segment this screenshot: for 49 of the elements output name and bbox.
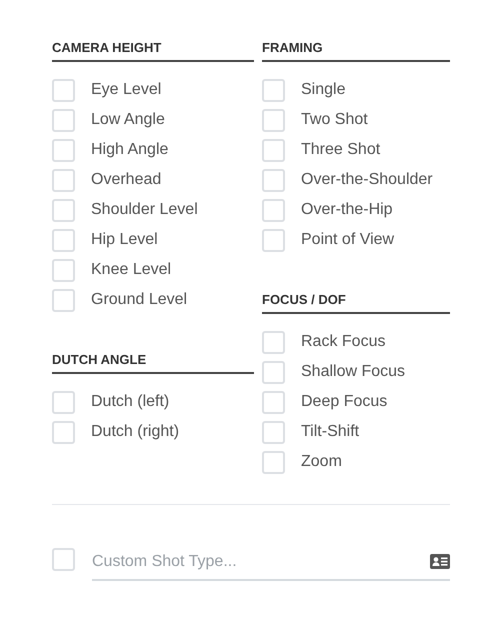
input-field[interactable]: Custom Shot Type... — [92, 550, 430, 574]
checkbox[interactable] — [52, 228, 75, 252]
option-label: Zoom — [301, 452, 342, 472]
option-label: Two Shot — [301, 110, 368, 130]
option-label: Ground Level — [91, 290, 188, 310]
checkbox[interactable] — [52, 138, 75, 162]
checkbox[interactable] — [52, 288, 75, 312]
checkbox[interactable] — [262, 330, 285, 354]
checkbox[interactable] — [52, 198, 75, 222]
option-label: Rack Focus — [301, 332, 386, 352]
section-heading: FRAMING — [262, 38, 450, 62]
checkbox[interactable] — [262, 228, 285, 252]
checkbox[interactable] — [262, 450, 285, 474]
option-label: Point of View — [301, 230, 394, 250]
option-label: Over-the-Shoulder — [301, 170, 433, 190]
checkbox[interactable] — [262, 360, 285, 384]
option-label: Dutch (left) — [91, 392, 170, 412]
checkbox[interactable] — [262, 420, 285, 444]
option-label: Shoulder Level — [91, 200, 198, 220]
option-label: Shallow Focus — [301, 362, 406, 382]
option-label: Deep Focus — [301, 392, 388, 412]
option-label: Overhead — [91, 170, 162, 190]
option-label: Knee Level — [91, 260, 172, 280]
checkbox[interactable] — [262, 138, 285, 162]
option-label: Hip Level — [91, 230, 158, 250]
checkbox[interactable] — [52, 420, 75, 444]
option-label: Dutch (right) — [91, 422, 180, 442]
checkbox[interactable] — [52, 548, 75, 571]
checkbox[interactable] — [262, 390, 285, 414]
checkbox[interactable] — [262, 108, 285, 132]
checkbox[interactable] — [52, 168, 75, 192]
option-label: Tilt-Shift — [301, 422, 360, 442]
section-heading: DUTCH ANGLE — [52, 350, 254, 374]
option-label: Single — [301, 80, 346, 100]
checkbox[interactable] — [262, 78, 285, 102]
checkbox[interactable] — [52, 258, 75, 282]
checkbox[interactable] — [52, 390, 75, 414]
option-label: High Angle — [91, 140, 168, 160]
section-heading: FOCUS / DOF — [262, 290, 450, 314]
contact-card-icon — [430, 554, 450, 569]
checkbox[interactable] — [262, 168, 285, 192]
checkbox[interactable] — [52, 108, 75, 132]
option-label: Over-the-Hip — [301, 200, 393, 220]
section-heading: CAMERA HEIGHT — [52, 38, 254, 62]
checkbox[interactable] — [262, 198, 285, 222]
option-label: Eye Level — [91, 80, 162, 100]
checkbox[interactable] — [52, 78, 75, 102]
option-label: Three Shot — [301, 140, 380, 160]
option-label: Low Angle — [91, 110, 165, 130]
